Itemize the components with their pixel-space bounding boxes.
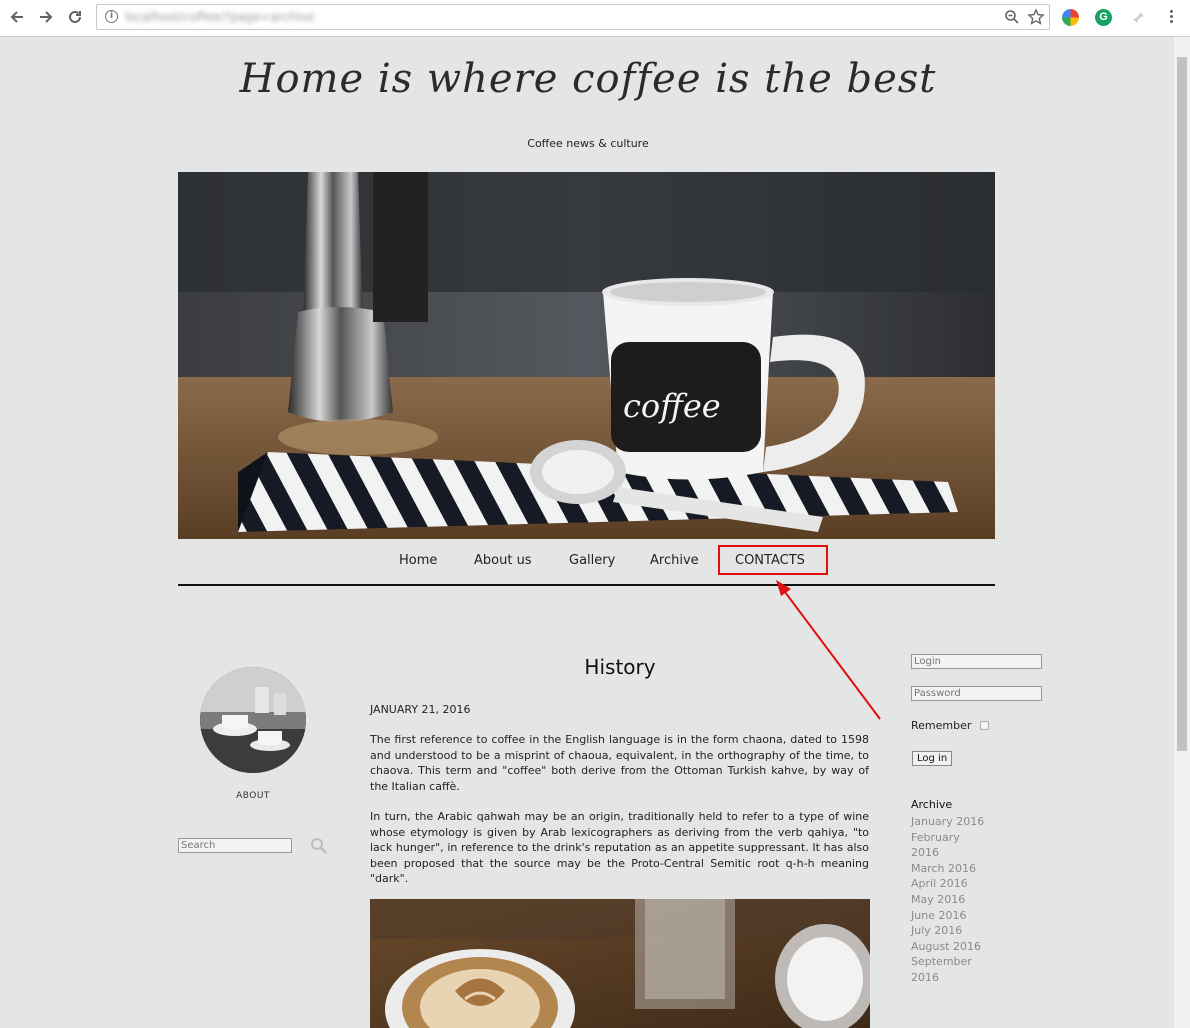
svg-text:coffee: coffee — [623, 387, 721, 425]
article-date: JANUARY 21, 2016 — [370, 703, 471, 716]
latte-image — [370, 899, 870, 1028]
star-icon[interactable] — [1027, 8, 1045, 26]
contacts-highlight-box — [718, 545, 828, 575]
main-nav: Home About us Gallery Archive CONTACTS — [178, 544, 995, 586]
password-input[interactable] — [911, 686, 1042, 701]
pin-icon[interactable] — [1130, 9, 1147, 26]
article-title: History — [584, 655, 656, 679]
archive-heading: Archive — [911, 798, 953, 811]
archive-link[interactable]: July 2016 — [911, 923, 991, 939]
info-icon[interactable]: i — [105, 10, 118, 23]
site-title: Home is where coffee is the best — [239, 56, 937, 102]
nav-gallery[interactable]: Gallery — [569, 553, 615, 568]
archive-link[interactable]: May 2016 — [911, 892, 991, 908]
archive-list: January 2016 February 2016 March 2016 Ap… — [911, 814, 991, 986]
address-bar[interactable]: i localhost/coffee/?page=archive — [96, 4, 1050, 30]
login-button[interactable]: Log in — [912, 751, 953, 766]
reload-icon[interactable] — [64, 6, 86, 28]
scrollbar-thumb[interactable] — [1177, 57, 1187, 751]
avatar[interactable] — [200, 667, 306, 773]
archive-link[interactable]: February 2016 — [911, 830, 991, 861]
archive-link[interactable]: March 2016 — [911, 861, 991, 877]
nav-archive[interactable]: Archive — [650, 553, 699, 568]
extension-color-icon[interactable] — [1062, 9, 1079, 26]
address-url[interactable]: localhost/coffee/?page=archive — [125, 10, 314, 24]
back-icon[interactable] — [6, 6, 28, 28]
remember-checkbox[interactable] — [980, 721, 989, 730]
browser-toolbar: i localhost/coffee/?page=archive G — [0, 0, 1190, 37]
grammarly-icon[interactable]: G — [1095, 9, 1112, 26]
remember-label: Remember — [911, 719, 972, 732]
scrollbar[interactable] — [1174, 37, 1190, 1028]
nav-home[interactable]: Home — [399, 553, 437, 568]
archive-link[interactable]: September 2016 — [911, 954, 991, 985]
menu-icon[interactable] — [1166, 8, 1176, 28]
archive-link[interactable]: June 2016 — [911, 908, 991, 924]
about-label[interactable]: ABOUT — [200, 791, 306, 801]
search-input[interactable] — [178, 838, 292, 853]
zoom-icon[interactable] — [1003, 8, 1021, 26]
forward-icon[interactable] — [35, 6, 57, 28]
archive-link[interactable]: August 2016 — [911, 939, 991, 955]
search-icon[interactable] — [310, 837, 328, 855]
archive-link[interactable]: April 2016 — [911, 876, 991, 892]
article-paragraph: In turn, the Arabic qahwah may be an ori… — [370, 810, 869, 886]
site-tagline: Coffee news & culture — [527, 137, 649, 150]
archive-link[interactable]: January 2016 — [911, 814, 991, 830]
article-paragraph: The first reference to coffee in the Eng… — [370, 733, 869, 793]
login-input[interactable] — [911, 654, 1042, 669]
nav-about-us[interactable]: About us — [474, 553, 532, 568]
hero-image: coffee — [178, 172, 995, 539]
